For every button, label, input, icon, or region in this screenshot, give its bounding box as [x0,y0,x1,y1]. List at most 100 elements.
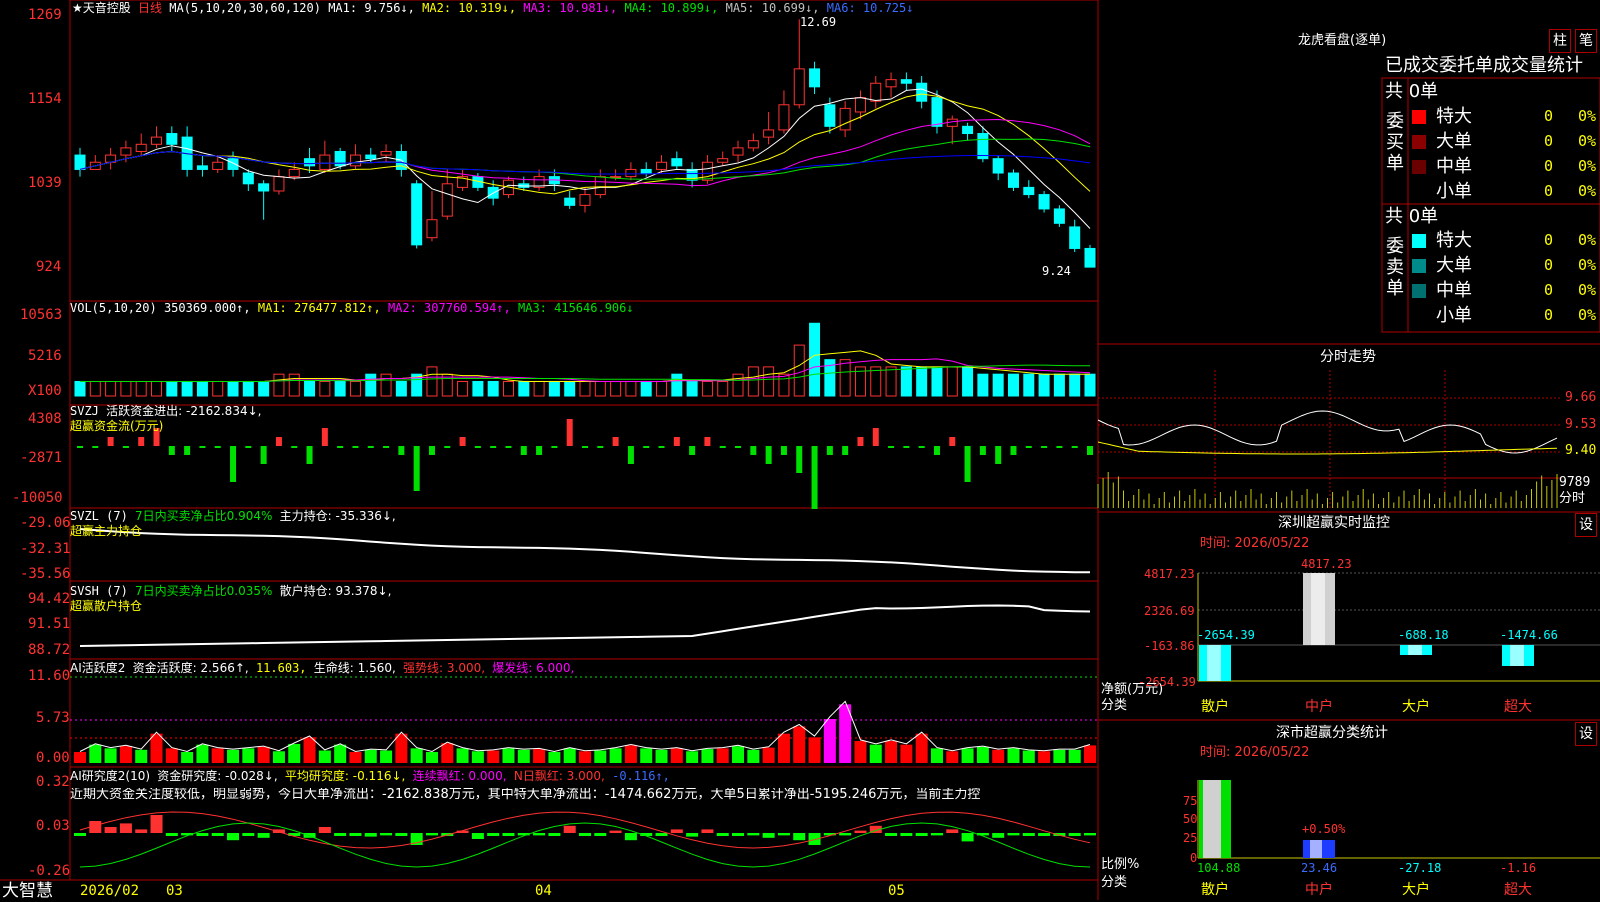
buy-total: 共 0单 [1385,81,1439,102]
moneyflow-bar [199,446,206,448]
volume-bar [1023,373,1035,397]
volume-bar [579,380,591,397]
candle-body [151,136,163,145]
buy-row-name-0: 特大 [1436,106,1472,127]
sz-axis-0: 4817.23 [1144,567,1195,581]
sz-bar-shine-0 [1207,645,1221,681]
candle-body [793,68,805,106]
activity-bar [915,733,928,763]
activity-bar [640,748,653,763]
research-bar [1022,833,1035,836]
moneyflow-bar [383,446,390,448]
volume-bar [135,380,147,397]
moneyflow-bar [520,446,527,455]
ai2-axis-2: -0.26 [28,863,71,879]
sz-val-0: -2654.39 [1197,628,1255,642]
period-label[interactable]: 日线 [138,1,162,15]
activity-bar [930,748,943,763]
candle-body [656,161,668,170]
fl-settings-button[interactable]: 设 [1575,722,1597,746]
fl-axis-2: 25 [1183,831,1198,845]
sell-row-count-0: 0 [1544,231,1554,249]
price-axis-2: 1039 [28,175,62,191]
research-bar [594,833,607,836]
fl-axis-1: 50 [1183,812,1198,826]
date-1: 03 [166,883,183,899]
research-bar [533,833,546,836]
activity-bar [992,749,1005,763]
vol-ma3: MA3: 415646.906↓ [518,301,634,315]
activity-bar [334,744,347,763]
sz-val-1: 4817.23 [1301,557,1352,571]
research-bar [104,827,117,833]
volume-bar [196,380,208,397]
buy-row-pct-0: 0% [1578,107,1597,125]
moneyflow-bar [796,446,803,473]
fl-val-2: -27.18 [1398,861,1442,875]
tick-mode-button[interactable]: 笔 [1575,29,1597,53]
vol-axis-2: X100 [28,383,62,399]
research-bar [579,833,591,836]
moneyflow-bar [337,446,344,448]
fs-title: 分时走势 [1320,349,1376,365]
candle-body [273,176,285,192]
sz-settings-button[interactable]: 设 [1575,513,1597,537]
activity-bar [793,726,806,763]
activity-bar [579,751,591,763]
volume-bar [763,366,775,397]
date-3: 05 [888,883,905,899]
fl-cat-3: 超大 [1504,882,1532,898]
sz-bar-shine-3 [1510,645,1524,666]
ai2-axis-0: 0.32 [36,774,70,790]
svzl-title: SVZL (7) [70,509,128,523]
research-bar [839,833,852,836]
vol-title: VOL(5,10,20) [70,301,157,315]
fl-bar-shine-0 [1203,780,1221,858]
moneyflow-bar [275,437,282,446]
candle-body [640,168,652,174]
research-bar [257,833,270,838]
activity-bar [1022,750,1035,763]
candle-body [809,68,821,88]
stock-name[interactable]: ★天音控股 [72,1,131,15]
activity-bar [594,750,607,763]
fl-top-label: +0.50% [1302,822,1346,836]
volume-bar [778,373,790,397]
moneyflow-bar [459,437,466,446]
volume-bar [395,380,407,397]
svzl-sub: 超赢主力持仓 [70,524,143,538]
volume-bar [365,373,377,397]
activity-bar [885,741,898,763]
activity-bar [624,745,637,763]
volume-bar [334,380,346,397]
fl-axis-0: 75 [1183,794,1198,808]
volume-bar [502,380,514,397]
moneyflow-bar [979,446,986,455]
activity-bar [74,752,86,763]
sz-val-3: -1474.66 [1500,628,1558,642]
activity-bar [762,747,775,763]
candle-body [931,97,943,127]
sz-bar-shine-1 [1311,573,1325,645]
svsh-title: SVSH (7) [70,584,128,598]
volume-bar [1007,373,1019,397]
ai2-p5: -0.116↑, [612,769,670,783]
activity-bar [1007,748,1020,763]
moneyflow-bar [750,446,757,455]
research-bar [854,830,867,833]
moneyflow-bar [995,446,1002,464]
bar-mode-button[interactable]: 柱 [1549,29,1571,53]
ai2-p4: N日飘红: 3.000, [513,769,605,783]
candle-body [671,158,683,167]
ai2-p1: 资金研究度: -0.028↓, [157,769,278,783]
volume-bar [120,380,132,397]
moneyflow-bar [689,446,696,455]
candle-body [1007,172,1019,188]
ai2-text: 近期大资金关注度较低，明显弱势，今日大单净流出：-2162.838万元，其中特大… [70,788,981,802]
research-bar [793,833,806,841]
moneyflow-bar [949,437,956,446]
price-axis-0: 1269 [28,7,62,23]
buy-row-count-3: 0 [1544,182,1554,200]
candle-body [319,154,331,170]
activity-bar [670,748,683,763]
